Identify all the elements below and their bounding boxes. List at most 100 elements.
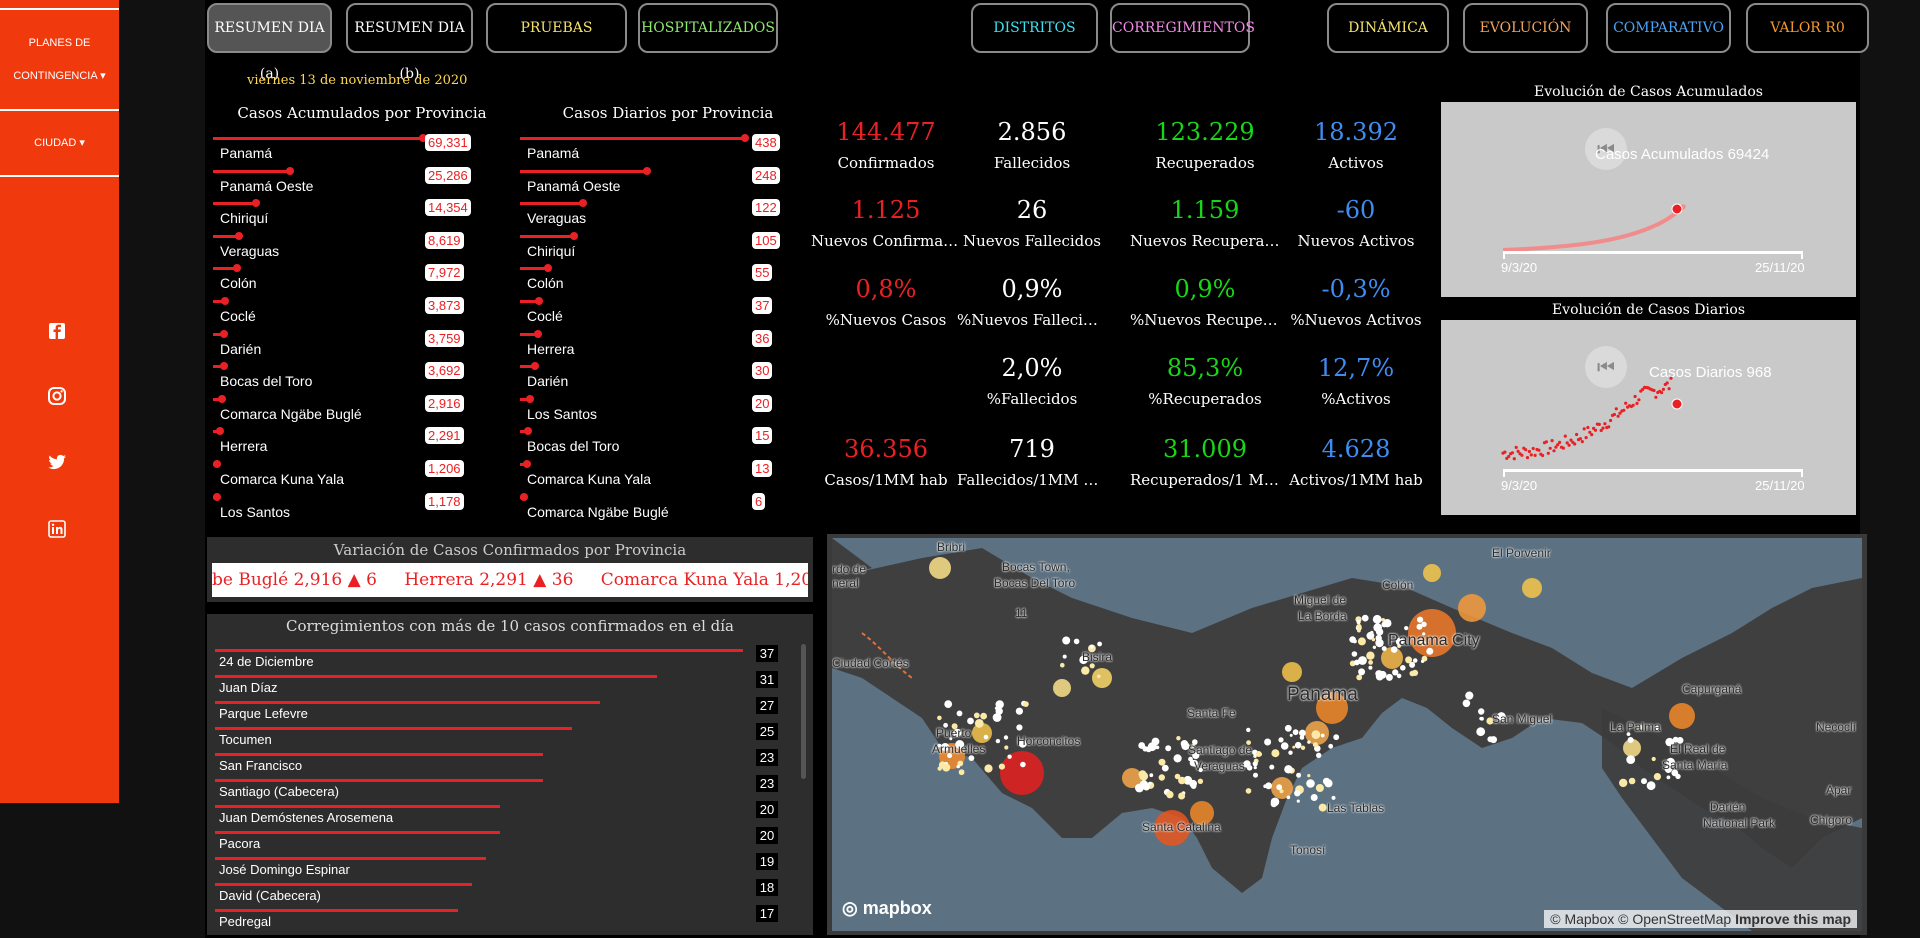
corregimiento-row: Parque Lefevre 27 (215, 697, 795, 727)
case-dot (1299, 735, 1305, 740)
province-value: 15 (752, 427, 773, 445)
daily-latest-point (1671, 398, 1683, 410)
case-dot (1307, 774, 1311, 778)
tab-evolución[interactable]: EVOLUCIÓN (1463, 3, 1588, 53)
daily-point (1533, 453, 1537, 457)
case-bubble (1271, 777, 1293, 799)
case-dot (967, 717, 974, 725)
bar-end-dot (217, 394, 226, 403)
ticker-item: Herrera 2,291 ▲ 36 (404, 570, 574, 590)
tab-comparativo[interactable]: COMPARATIVO (1606, 3, 1731, 53)
case-dot (942, 763, 951, 772)
case-dot (1462, 699, 1471, 708)
kpi-card: 123.229 Recuperados (1130, 118, 1280, 172)
kpi-card: 4.628 Activos/1MM hab (1281, 435, 1431, 489)
case-dot (1333, 734, 1340, 741)
sidebar: PLANES DE CONTINGENCIA ▾ CIUDAD ▾ (0, 0, 119, 803)
bar (215, 883, 472, 886)
case-dot (1368, 660, 1373, 665)
evol-acum-chart[interactable]: ⏮ Casos Acumulados 69424 9/3/20 25/11/20 (1441, 102, 1856, 297)
corregimiento-value: 31 (756, 671, 778, 688)
scrollbar[interactable] (801, 644, 806, 779)
x-tick (1503, 251, 1505, 259)
case-dot (1306, 779, 1315, 788)
tab-resumen-dia-b[interactable]: RESUMEN DIA (b) (346, 3, 473, 82)
case-dot (944, 700, 953, 708)
place-label: Bisira (1082, 650, 1113, 664)
province-name: Bocas del Toro (220, 373, 313, 390)
case-dot (1375, 672, 1384, 681)
case-dot (1165, 745, 1172, 752)
daily-point (1612, 412, 1616, 417)
case-dot (956, 710, 963, 717)
tab-corregimientos[interactable]: CORREGIMIENTOS (1110, 3, 1255, 53)
province-row: Panamá 438 (520, 134, 812, 166)
tab-dinámica[interactable]: DINÁMICA (1327, 3, 1449, 53)
case-dot (1178, 792, 1186, 800)
case-dot (1480, 716, 1484, 721)
twitter-icon[interactable] (47, 452, 67, 472)
daily-point (1567, 443, 1571, 447)
province-value: 2,291 (425, 427, 464, 445)
case-dot (1316, 752, 1322, 758)
case-dot (1312, 742, 1318, 748)
place-label: Las Tablas (1327, 801, 1385, 815)
province-row: Comarca Kuna Yala 1,206 (213, 460, 485, 492)
mapbox-logo[interactable]: ◎ mapbox (842, 898, 932, 919)
place-label: Necoclí (1816, 720, 1857, 734)
linkedin-icon[interactable] (47, 519, 67, 539)
case-bubble (1669, 703, 1695, 729)
province-row: Bocas del Toro 15 (520, 427, 812, 459)
case-dot (1296, 772, 1302, 778)
evol-diarios-chart[interactable]: ⏮ Casos Diarios 968 9/3/20 25/11/20 (1441, 320, 1856, 515)
case-dot (1097, 674, 1101, 679)
tab-distritos[interactable]: DISTRITOS (971, 3, 1098, 53)
kpi-label: Confirmados (837, 154, 935, 172)
province-value: 36 (752, 329, 773, 347)
province-name: Veraguas (527, 210, 587, 227)
menu-planes-de-contingencia[interactable]: PLANES DE CONTINGENCIA ▾ (0, 27, 119, 93)
province-row: Chiriquí 14,354 (213, 199, 485, 231)
kpi-value: 0,8% (855, 275, 917, 303)
case-bubble (1458, 594, 1486, 622)
kpi-value: -0,3% (1321, 275, 1391, 303)
case-dot (1271, 749, 1280, 758)
corregimiento-name: Pacora (219, 836, 261, 851)
case-dot (1155, 745, 1160, 750)
daily-point (1637, 398, 1641, 402)
case-dot (1318, 803, 1327, 812)
place-label: Ciudad Cortés (832, 656, 909, 670)
tab-valor-r0[interactable]: VALOR R0 (1746, 3, 1869, 53)
kpi-label: Fallecidos (993, 154, 1071, 172)
case-dot (1409, 661, 1416, 668)
case-dot (1286, 795, 1291, 800)
improve-map-link[interactable]: Improve this map (1735, 911, 1851, 927)
daily-point (1524, 448, 1528, 452)
corregimiento-row: Juan Demóstenes Arosemena 20 (215, 801, 795, 831)
bar-end-dot (643, 166, 652, 175)
case-dot (983, 734, 989, 740)
map-canvas[interactable]: Bribri Bocas Town, Bocas Del Toro El Por… (832, 538, 1862, 931)
menu-ciudad[interactable]: CIUDAD ▾ (0, 127, 119, 160)
attribution-text[interactable]: © Mapbox © OpenStreetMap (1550, 911, 1731, 927)
case-dot (1641, 778, 1647, 785)
province-row: Comarca Kuna Yala 13 (520, 460, 812, 492)
corregimiento-row: Tocumen 25 (215, 723, 795, 753)
kpi-label: %Nuevos Recuperados (1130, 311, 1280, 329)
kpi-card: -0,3% %Nuevos Activos (1281, 275, 1431, 329)
facebook-icon[interactable] (47, 321, 67, 341)
instagram-icon[interactable] (47, 386, 67, 406)
province-value: 7,972 (425, 264, 464, 282)
corregimientos-panel: Corregimientos con más de 10 casos confi… (207, 614, 813, 935)
case-dot (1400, 665, 1406, 671)
kpi-card: 0,9% %Nuevos Fallecidos (957, 275, 1107, 329)
tab-hospitalizados[interactable]: HOSPITALIZADOS (638, 3, 778, 53)
daily-point (1614, 407, 1618, 411)
place-label: neral (832, 576, 859, 590)
case-dot (1276, 784, 1283, 791)
tab-resumen-dia-a[interactable]: RESUMEN DIA (a) (207, 3, 332, 82)
province-value: 30 (752, 362, 773, 380)
tab-pruebas[interactable]: PRUEBAS (486, 3, 627, 53)
place-label: La Palma (1610, 720, 1661, 734)
province-value: 14,354 (425, 199, 471, 217)
